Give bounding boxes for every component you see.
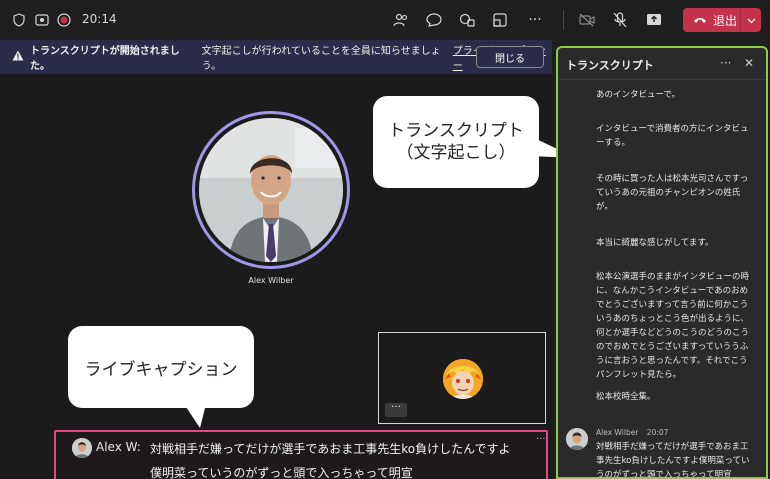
- transcript-panel-header: トランスクリプト ··· ✕: [558, 48, 766, 80]
- transcript-panel: トランスクリプト ··· ✕ あのインタビューで。 インタビューで消費者の方にイ…: [556, 46, 768, 479]
- leave-button[interactable]: 退出: [683, 8, 761, 32]
- transcript-entry-speaker: Alex Wilber: [596, 428, 639, 437]
- share-view-icon[interactable]: [491, 11, 509, 29]
- self-video-tile[interactable]: ···: [378, 332, 546, 424]
- transcript-speaker-avatar: [566, 428, 588, 450]
- transcript-paragraph: その時に買った人は松本光司さんですっていうあの元祖のチャンピオンの姓氏が。: [596, 174, 749, 212]
- transcript-list[interactable]: あのインタビューで。 インタビューで消費者の方にインタビューする。 その時に買っ…: [558, 80, 766, 479]
- banner-title: トランスクリプトが開始されました。: [30, 46, 180, 72]
- meeting-toolbar: 20:14 ··· 退出: [0, 0, 770, 40]
- participant-name-label: Alex Wilber: [248, 276, 294, 285]
- caption-more-button[interactable]: ···: [536, 434, 546, 445]
- people-icon[interactable]: [392, 11, 410, 29]
- record-status-icon[interactable]: [33, 11, 51, 29]
- transcript-callout-line2: （文字起こし）: [396, 143, 516, 163]
- transcript-panel-title: トランスクリプト: [566, 59, 654, 72]
- meeting-stage: Alex Wilber トランスクリプト （文字起こし） ··· ライブキャプシ…: [0, 74, 576, 479]
- transcript-paragraph: 本当に綺麗な感じがしてます。: [596, 238, 714, 248]
- livecaption-callout: ライブキャプション: [68, 326, 254, 408]
- transcript-entry-text: 対戦相手だ嫌ってだけが選手であおま工事先生ko負けしたんですよ僕明菜っていうのが…: [596, 442, 750, 479]
- banner-close-button[interactable]: 閉じる: [476, 46, 544, 68]
- share-screen-icon[interactable]: [645, 11, 663, 29]
- banner-message: 文字起こしが行われていることを全員に知らせましょう。: [201, 46, 441, 72]
- caption-speaker-avatar: [72, 438, 92, 458]
- transcript-paragraph: 松本公演選手のままがインタビューの時に、なんかこうインタビューであのおめでとうご…: [596, 272, 750, 380]
- phone-icon: [693, 13, 707, 27]
- transcript-notice-banner: トランスクリプトが開始されました。 文字起こしが行われていることを全員に知らせま…: [0, 40, 552, 74]
- transcript-callout: トランスクリプト （文字起こし）: [373, 96, 539, 188]
- caption-line-1: 対戦相手だ嫌ってだけが選手であおま工事先生ko負けしたんですよ: [150, 442, 511, 456]
- recording-dot-icon: [55, 11, 73, 29]
- caption-speaker-name: Alex W:: [96, 440, 141, 454]
- warning-icon: [12, 50, 24, 64]
- shield-icon[interactable]: [10, 11, 28, 29]
- transcript-more-button[interactable]: ···: [720, 56, 731, 70]
- transcript-paragraph: 松本校時全集。: [596, 392, 656, 402]
- chevron-down-icon: [747, 13, 756, 27]
- leave-label: 退出: [713, 13, 738, 28]
- more-icon[interactable]: ···: [526, 11, 544, 29]
- self-tile-more-button[interactable]: ···: [385, 403, 407, 417]
- transcript-paragraph: あのインタビューで。: [596, 90, 681, 100]
- leave-options-button[interactable]: [741, 13, 761, 27]
- caption-line-2: 僕明菜っていうのがずっと頭で入っちゃって明宣: [150, 466, 413, 479]
- chat-icon[interactable]: [425, 11, 443, 29]
- toolbar-divider: [563, 10, 564, 30]
- self-avatar: [443, 359, 483, 399]
- call-duration: 20:14: [82, 12, 117, 26]
- leave-main[interactable]: 退出: [683, 8, 741, 32]
- live-caption-box: Alex W: 対戦相手だ嫌ってだけが選手であおま工事先生ko負けしたんですよ …: [54, 430, 548, 479]
- reactions-icon[interactable]: [458, 11, 476, 29]
- mic-off-icon[interactable]: [611, 11, 629, 29]
- transcript-close-button[interactable]: ✕: [744, 56, 754, 70]
- transcript-paragraph: インタビューで消費者の方にインタビューする。: [596, 124, 749, 148]
- participant-avatar-ring: [192, 111, 350, 269]
- transcript-entry-meta: Alex Wilber 20:07: [596, 428, 668, 437]
- camera-off-icon[interactable]: [578, 11, 596, 29]
- transcript-callout-line1: トランスクリプト: [388, 121, 524, 141]
- transcript-entry-time: 20:07: [646, 428, 669, 437]
- participant-avatar[interactable]: [199, 118, 343, 262]
